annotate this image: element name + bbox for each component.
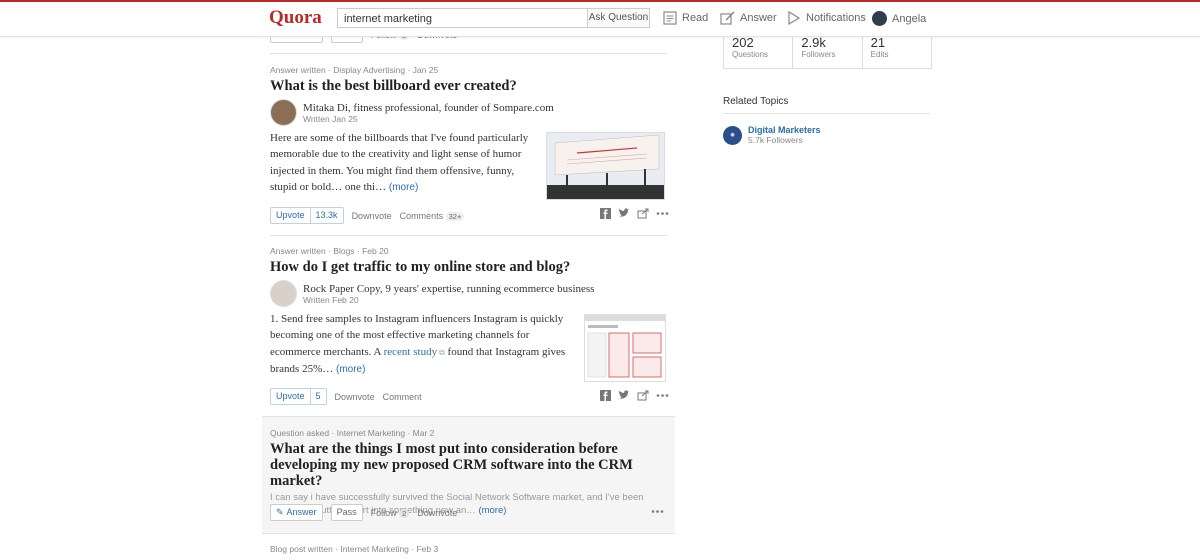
answer-body: Here are some of the billboards that I'v… — [270, 130, 542, 196]
follow-link[interactable]: Follow 2 — [371, 508, 410, 518]
nav-notifications[interactable]: Notifications — [787, 11, 866, 25]
recent-study-link[interactable]: recent study — [384, 346, 437, 358]
quora-logo[interactable]: Quora — [269, 7, 322, 29]
comments-label: Comments — [399, 210, 444, 221]
topic-icon: ◉ — [723, 125, 742, 145]
related-topic-item[interactable]: ◉ Digital Marketers 5.7k Followers — [723, 125, 821, 145]
nav-user-label: Angela — [892, 12, 927, 25]
follow-count: 2 — [399, 508, 410, 518]
downvote-link[interactable]: Downvote — [352, 211, 392, 221]
answer-actions: Upvote 5 Downvote Comment — [270, 388, 422, 405]
stat-followers[interactable]: 2.9k Followers — [793, 34, 863, 68]
more-link[interactable]: (more) — [336, 364, 365, 375]
divider — [270, 53, 667, 54]
stat-edits[interactable]: 21 Edits — [863, 34, 931, 68]
author-name[interactable]: Rock Paper Copy, 9 years' expertise, run… — [303, 283, 594, 295]
billboard-image-art — [547, 133, 664, 199]
user-avatar — [872, 11, 887, 26]
share-icon[interactable] — [637, 390, 649, 401]
topic-stats: 202 Questions 2.9k Followers 21 Edits — [723, 34, 932, 69]
more-link[interactable]: (more) — [478, 505, 506, 516]
stat-questions[interactable]: 202 Questions — [724, 34, 794, 68]
twitter-icon[interactable] — [618, 390, 630, 401]
topic-name[interactable]: Digital Marketers — [748, 125, 821, 135]
nav-answer[interactable]: Answer — [720, 11, 777, 25]
nav-answer-label: Answer — [740, 12, 777, 24]
story-meta: Answer written · Blogs · Feb 20 — [270, 246, 389, 256]
notifications-icon — [788, 11, 801, 25]
author-avatar[interactable] — [270, 99, 297, 126]
upvote-label: Upvote — [276, 391, 305, 401]
pass-button[interactable]: Pass — [330, 504, 363, 521]
story-meta: Blog post written · Internet Marketing ·… — [270, 544, 439, 554]
upvote-count: 5 — [309, 389, 326, 404]
more-options-icon[interactable] — [656, 208, 669, 219]
stat-label: Questions — [732, 50, 769, 59]
comments-link[interactable]: Comment — [383, 392, 422, 402]
share-icon[interactable] — [637, 208, 649, 219]
facebook-icon[interactable] — [600, 390, 611, 401]
search-input[interactable]: internet marketing — [337, 8, 587, 28]
upvote-label: Upvote — [276, 210, 305, 220]
follow-label: Follow — [370, 507, 397, 518]
share-icons — [600, 208, 669, 219]
question-actions: ✎ Answer Pass Follow 2 Downvote — [270, 504, 457, 521]
screenshot-image-art — [585, 315, 665, 381]
author-row: Mitaka Di, fitness professional, founder… — [270, 99, 667, 126]
share-icons — [600, 390, 669, 401]
nav-read[interactable]: Read — [663, 11, 708, 25]
related-topics-heading: Related Topics — [723, 96, 789, 107]
ask-question-button[interactable]: Ask Question — [587, 8, 650, 28]
divider — [723, 113, 930, 114]
screenshot-image[interactable] — [584, 314, 666, 382]
answer-body: 1. Send free samples to Instagram influe… — [270, 311, 576, 378]
question-title[interactable]: How do I get traffic to my online store … — [270, 259, 667, 275]
question-title[interactable]: What are the things I most put into cons… — [270, 441, 667, 489]
upvote-button[interactable]: Upvote 13.3k — [270, 207, 344, 224]
question-title[interactable]: What is the best billboard ever created? — [270, 78, 667, 94]
story-meta: Question asked · Internet Marketing · Ma… — [270, 428, 435, 438]
comments-count: 32+ — [445, 211, 465, 221]
downvote-link[interactable]: Downvote — [335, 392, 375, 402]
answer-button-label: Answer — [286, 507, 317, 517]
pencil-square-icon — [720, 11, 735, 25]
more-link[interactable]: (more) — [389, 182, 418, 193]
facebook-icon[interactable] — [600, 208, 611, 219]
upvote-button[interactable]: Upvote 5 — [270, 388, 327, 405]
nav-read-label: Read — [682, 12, 709, 24]
topic-followers: 5.7k Followers — [748, 135, 803, 145]
stat-value: 2.9k — [801, 35, 826, 50]
twitter-icon[interactable] — [618, 208, 630, 219]
comments-link[interactable]: Comments 32+ — [400, 211, 465, 221]
divider — [270, 235, 667, 236]
feed-story: Blog post written · Internet Marketing ·… — [270, 544, 667, 554]
nav-notifications-label: Notifications — [806, 12, 866, 24]
nav-user[interactable]: Angela — [872, 11, 926, 26]
written-date: Written Feb 20 — [303, 294, 359, 305]
billboard-image[interactable] — [546, 132, 665, 200]
story-meta: Answer written · Display Advertising · J… — [270, 65, 439, 75]
more-options-icon[interactable] — [656, 390, 669, 401]
answer-button[interactable]: ✎ Answer — [270, 504, 323, 521]
read-icon — [663, 11, 677, 25]
top-bar: Quora internet marketing Ask Question Re… — [0, 0, 1200, 37]
more-options-icon[interactable] — [651, 506, 664, 517]
upvote-count: 13.3k — [309, 208, 343, 223]
answer-actions: Upvote 13.3k Downvote Comments 32+ — [270, 207, 465, 224]
author-row: Rock Paper Copy, 9 years' expertise, run… — [270, 280, 667, 307]
written-date: Written Jan 25 — [303, 113, 358, 124]
author-avatar[interactable] — [270, 280, 297, 307]
downvote-link[interactable]: Downvote — [417, 508, 457, 518]
stat-label: Edits — [870, 50, 889, 59]
external-link-icon: ⧉ — [437, 347, 445, 357]
stat-value: 21 — [870, 35, 886, 50]
stat-label: Followers — [801, 50, 836, 59]
author-name[interactable]: Mitaka Di, fitness professional, founder… — [303, 102, 554, 114]
stat-value: 202 — [732, 35, 754, 50]
